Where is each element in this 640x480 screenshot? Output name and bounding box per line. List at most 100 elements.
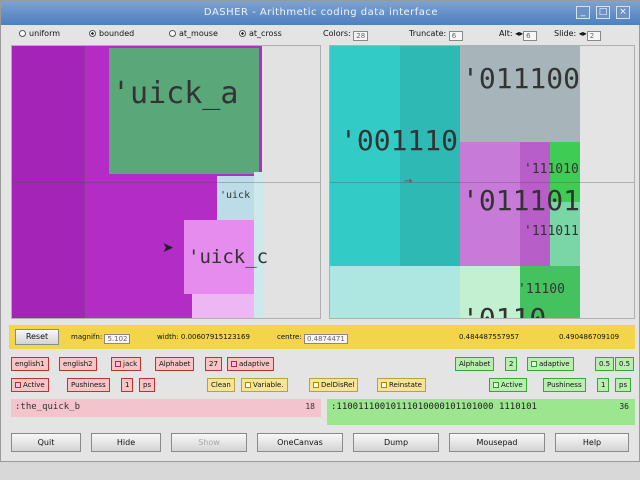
uniform-radio[interactable]: uniform <box>19 29 60 38</box>
right-dasher-canvas[interactable]: '011100 '001110 '011101 '111010 '111011 … <box>329 45 635 319</box>
at-cross-label: at_cross <box>249 29 282 38</box>
active-label-right: Active <box>501 381 523 389</box>
slide-label: Slide: <box>554 29 577 38</box>
maximize-button[interactable]: □ <box>596 6 610 19</box>
crosshair-arrow-icon: → <box>404 176 413 187</box>
english1-button[interactable]: english1 <box>11 357 49 371</box>
alphabet-label-right: Alphabet <box>455 357 495 371</box>
alt-input[interactable]: 6 <box>523 31 538 41</box>
at-cross-radio[interactable]: at_cross <box>239 29 282 38</box>
clean-button[interactable]: Clean <box>207 378 235 392</box>
dump-button[interactable]: Dump <box>353 433 439 452</box>
english2-button[interactable]: english2 <box>59 357 97 371</box>
binary-text-output[interactable]: :11001110010111010000101101000 1110101 3… <box>327 399 635 425</box>
checkbox-icon <box>531 361 537 367</box>
alphabet-size-right[interactable]: 2 <box>505 357 518 371</box>
adaptive-label-left: adaptive <box>239 360 270 368</box>
alt-control: Alt: ◂▸ 6 <box>499 29 538 41</box>
truncate-label: Truncate: <box>409 29 447 38</box>
title-bar: DASHER - Arithmetic coding data interfac… <box>1 1 640 25</box>
magnifn-field: magnifn: 5.102 <box>71 333 131 344</box>
controls-row-2: Active Pushiness 1 ps Clean Variable. De… <box>11 378 632 394</box>
active-label-left: Active <box>23 381 45 389</box>
prob-1-input[interactable]: 0.5 <box>615 357 635 371</box>
pushiness-input-left[interactable]: 1 <box>121 378 134 392</box>
prob-0-input[interactable]: 0.5 <box>595 357 615 371</box>
radio-icon <box>239 30 246 37</box>
pushiness-label-right: Pushiness <box>543 378 586 392</box>
english-text: :the_quick_b <box>15 402 81 412</box>
active-checkbox-right[interactable]: Active <box>489 378 527 392</box>
jack-checkbox[interactable]: jack <box>111 357 142 371</box>
status-bar: Reset magnifn: 5.102 width: 0.0060791512… <box>9 325 635 349</box>
minimize-button[interactable]: _ <box>576 6 590 19</box>
adaptive-checkbox-right[interactable]: adaptive <box>527 357 574 371</box>
radio-icon <box>89 30 96 37</box>
checkbox-icon <box>313 382 319 388</box>
dasher-window: DASHER - Arithmetic coding data interfac… <box>0 0 640 462</box>
checkbox-icon <box>381 382 387 388</box>
help-button[interactable]: Help <box>555 433 629 452</box>
variable-checkbox[interactable]: Variable. <box>241 378 288 392</box>
at-mouse-label: at_mouse <box>179 29 218 38</box>
colors-control: Colors: 28 <box>323 29 369 41</box>
checkbox-icon <box>245 382 251 388</box>
options-bar: uniform bounded at_mouse at_cross Colors… <box>9 28 635 42</box>
centre-label: centre: <box>277 333 302 341</box>
zone-cyan-light <box>330 266 460 318</box>
checkbox-icon <box>493 382 499 388</box>
centre-input[interactable]: 0.4874471 <box>303 334 348 344</box>
close-button[interactable]: × <box>616 6 630 19</box>
left-dasher-canvas[interactable]: 'uick_a 'uick 'uick_c ➤ <box>11 45 321 319</box>
magnifn-input[interactable]: 5.102 <box>104 334 131 344</box>
label-0110: '0110 <box>462 302 547 319</box>
zone-pink-light <box>192 294 254 318</box>
width-value: 0.00607915123169 <box>180 333 250 341</box>
reinstate-checkbox[interactable]: Reinstate <box>377 378 426 392</box>
bounded-label: bounded <box>99 29 135 38</box>
deldisrel-checkbox[interactable]: DelDisRel <box>309 378 359 392</box>
at-mouse-radio[interactable]: at_mouse <box>169 29 218 38</box>
active-checkbox-left[interactable]: Active <box>11 378 49 392</box>
truncate-input[interactable]: 6 <box>448 31 463 41</box>
onecanvas-button[interactable]: OneCanvas <box>257 433 343 452</box>
width-field: width: 0.00607915123169 <box>157 333 250 341</box>
slide-input[interactable]: 2 <box>586 31 601 41</box>
quit-button[interactable]: Quit <box>11 433 81 452</box>
truncate-control: Truncate: 6 <box>409 29 463 41</box>
checkbox-icon <box>15 382 21 388</box>
radio-icon <box>169 30 176 37</box>
variable-label: Variable. <box>253 381 284 389</box>
label-001110: '001110 <box>340 124 459 157</box>
crosshair-horizontal <box>12 182 320 183</box>
controls-row-1: english1 english2 jack Alphabet 27 adapt… <box>11 357 635 373</box>
slide-control: Slide: ◂▸ 2 <box>554 29 601 41</box>
hide-button[interactable]: Hide <box>91 433 161 452</box>
label-011100: '011100 <box>462 62 581 95</box>
checkbox-icon <box>231 361 237 367</box>
centre-field: centre: 0.4874471 <box>277 333 348 344</box>
show-button[interactable]: Show <box>171 433 247 452</box>
alt-label: Alt: <box>499 29 513 38</box>
mousepad-button[interactable]: Mousepad <box>449 433 545 452</box>
deldisrel-label: DelDisRel <box>321 381 355 389</box>
crosshair-horizontal <box>330 182 634 183</box>
ps-label-right: ps <box>615 378 632 392</box>
radio-icon <box>19 30 26 37</box>
reset-button[interactable]: Reset <box>15 329 59 345</box>
adaptive-label-right: adaptive <box>539 360 570 368</box>
adaptive-checkbox-left[interactable]: adaptive <box>227 357 274 371</box>
label-011101: '011101 <box>462 184 581 217</box>
english-text-output[interactable]: :the_quick_b 18 <box>11 399 321 417</box>
bounded-radio[interactable]: bounded <box>89 29 134 38</box>
reinstate-label: Reinstate <box>389 381 422 389</box>
alphabet-size-left[interactable]: 27 <box>205 357 222 371</box>
pushiness-input-right[interactable]: 1 <box>597 378 610 392</box>
window-title: DASHER - Arithmetic coding data interfac… <box>203 7 439 18</box>
binary-count: 36 <box>619 402 629 411</box>
label-11100: '11100 <box>518 282 565 297</box>
right-bound-value: 0.490486709109 <box>559 333 620 341</box>
magnifn-label: magnifn: <box>71 333 103 341</box>
colors-input[interactable]: 28 <box>353 31 369 41</box>
binary-text: :11001110010111010000101101000 1110101 <box>331 402 537 412</box>
